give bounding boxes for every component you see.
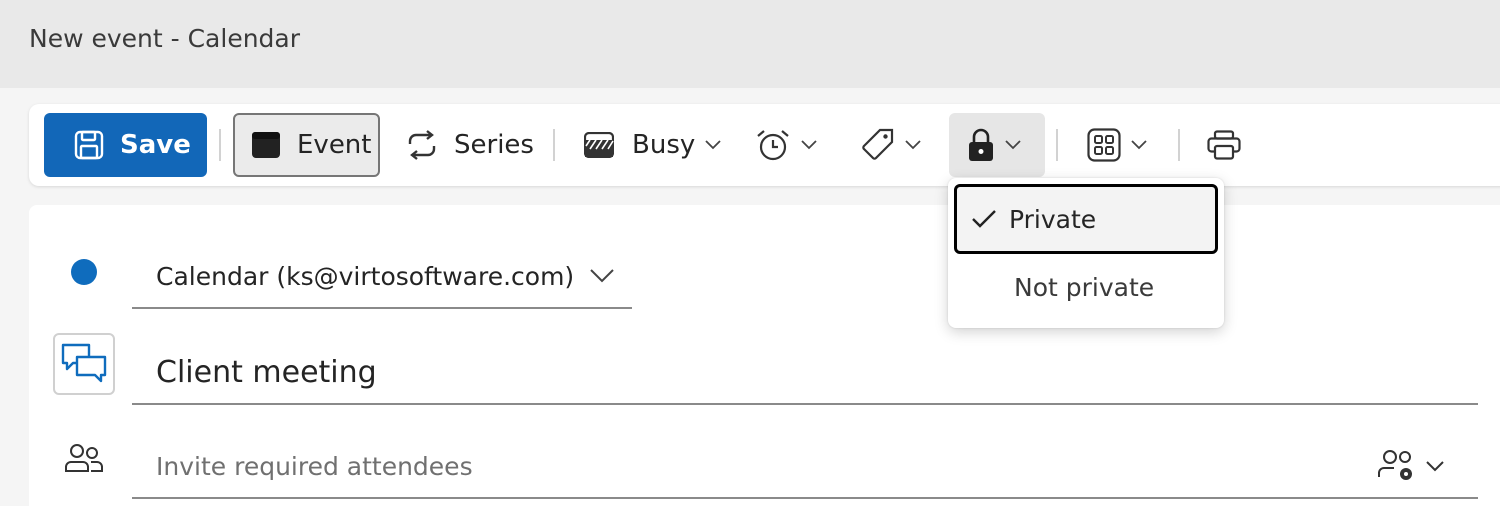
show-as-busy-dropdown[interactable]: Busy: [584, 113, 721, 177]
checkmark-icon: [971, 209, 997, 229]
series-button[interactable]: Series: [404, 113, 534, 177]
event-form: Calendar (ks@virtosoftware.com) Client m…: [29, 205, 1500, 506]
series-label: Series: [454, 130, 534, 160]
toolbar-separator: [553, 129, 555, 161]
busy-icon: [584, 132, 614, 158]
repeat-icon: [404, 130, 440, 160]
menu-item-private-label: Private: [1009, 204, 1097, 234]
menu-item-private[interactable]: Private: [954, 184, 1218, 254]
privacy-menu: Private Not private: [948, 178, 1224, 328]
tag-icon: [861, 128, 895, 162]
chat-icon[interactable]: [53, 333, 115, 395]
apps-icon: [1087, 128, 1121, 162]
toolbar-separator: [1178, 129, 1180, 161]
chevron-down-icon: [905, 140, 921, 150]
private-dropdown[interactable]: [949, 113, 1045, 177]
chevron-down-icon: [1426, 460, 1444, 472]
required-attendees-input[interactable]: Invite required attendees: [132, 435, 1478, 499]
busy-label: Busy: [632, 130, 696, 160]
chevron-down-icon: [1131, 140, 1147, 150]
reminder-dropdown[interactable]: [755, 113, 817, 177]
alarm-icon: [755, 128, 791, 162]
lock-icon: [967, 128, 995, 162]
toolbar: Save Event Series Busy: [29, 104, 1500, 186]
save-icon: [74, 130, 104, 160]
menu-item-not-private-label: Not private: [1014, 272, 1155, 302]
people-settings-icon: [1378, 449, 1416, 483]
event-label: Event: [297, 130, 372, 160]
calendar-event-icon: [251, 131, 281, 159]
attendee-options-button[interactable]: [1378, 449, 1444, 483]
event-button[interactable]: Event: [233, 113, 380, 177]
chevron-down-icon: [590, 269, 614, 283]
apps-dropdown[interactable]: [1087, 113, 1147, 177]
chevron-down-icon: [1005, 140, 1021, 150]
calendar-select[interactable]: Calendar (ks@virtosoftware.com): [132, 245, 632, 309]
people-icon: [65, 443, 103, 477]
save-button[interactable]: Save: [44, 113, 207, 177]
save-label: Save: [120, 130, 191, 160]
window-title: New event - Calendar: [29, 24, 301, 53]
calendar-color-dot: [71, 259, 97, 285]
toolbar-separator: [1056, 129, 1058, 161]
menu-item-not-private[interactable]: Not private: [954, 252, 1218, 322]
toolbar-separator: [219, 129, 221, 161]
title-bar: New event - Calendar: [0, 0, 1500, 88]
chevron-down-icon: [801, 140, 817, 150]
event-title-input[interactable]: Client meeting: [132, 341, 1478, 405]
attendees-placeholder: Invite required attendees: [156, 451, 473, 481]
calendar-select-label: Calendar (ks@virtosoftware.com): [156, 261, 575, 291]
chevron-down-icon: [705, 140, 721, 150]
print-icon: [1207, 130, 1241, 160]
categorize-dropdown[interactable]: [861, 113, 921, 177]
print-button[interactable]: [1207, 113, 1241, 177]
